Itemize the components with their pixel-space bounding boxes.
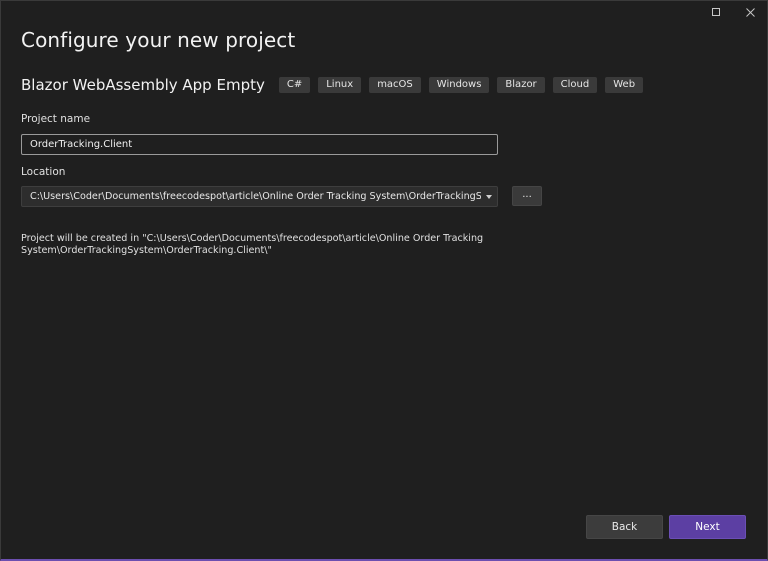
- summary-line-1: Project will be created in "C:\Users\Cod…: [21, 233, 484, 244]
- tag-csharp: C#: [278, 77, 311, 93]
- tag-web: Web: [605, 77, 644, 93]
- browse-location-button[interactable]: ...: [512, 186, 542, 206]
- tag-macos: macOS: [369, 77, 421, 93]
- close-icon: [745, 7, 755, 17]
- location-value: C:\Users\Coder\Documents\freecodespot\ar…: [30, 191, 481, 202]
- tag-linux: Linux: [318, 77, 362, 93]
- template-name: Blazor WebAssembly App Empty: [21, 76, 265, 94]
- configure-project-dialog: Configure your new project Blazor WebAss…: [0, 0, 768, 561]
- summary-line-2: System\OrderTrackingSystem\OrderTracking…: [21, 245, 272, 256]
- project-path-summary: Project will be created in "C:\Users\Cod…: [21, 233, 521, 257]
- next-button[interactable]: Next: [669, 515, 746, 539]
- tag-blazor: Blazor: [497, 77, 545, 93]
- template-info: Blazor WebAssembly App Empty C# Linux ma…: [21, 74, 651, 96]
- page-title: Configure your new project: [21, 28, 296, 52]
- chevron-down-icon[interactable]: [481, 187, 497, 206]
- close-button[interactable]: [733, 1, 767, 23]
- tag-windows: Windows: [428, 77, 490, 93]
- window-controls: [699, 1, 767, 23]
- location-label: Location: [21, 166, 66, 178]
- back-button[interactable]: Back: [586, 515, 663, 539]
- project-name-label: Project name: [21, 113, 91, 125]
- tag-cloud: Cloud: [552, 77, 598, 93]
- project-name-input[interactable]: [21, 134, 498, 155]
- maximize-button[interactable]: [699, 1, 733, 23]
- maximize-icon: [712, 8, 720, 16]
- location-select[interactable]: C:\Users\Coder\Documents\freecodespot\ar…: [21, 186, 498, 207]
